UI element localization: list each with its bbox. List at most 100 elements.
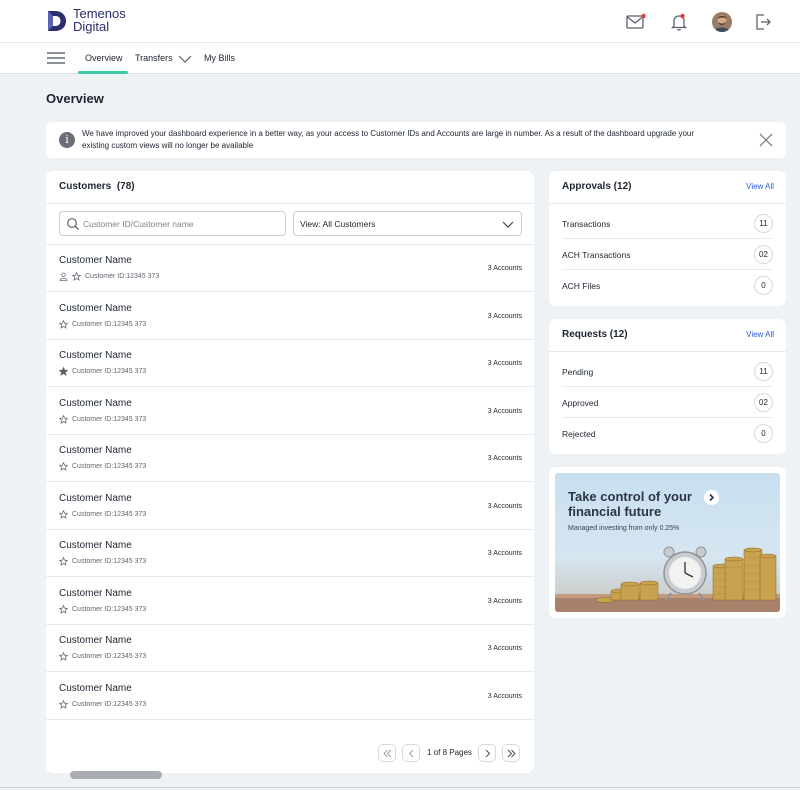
promo-banner[interactable]: Take control of your financial future Ma… bbox=[549, 467, 786, 618]
active-tab-indicator bbox=[78, 71, 128, 74]
approval-item-ach-transactions[interactable]: ACH Transactions 02 bbox=[562, 239, 773, 270]
divider bbox=[46, 203, 534, 204]
main-nav: Overview Transfers My Bills bbox=[0, 43, 800, 74]
customer-id: Customer ID:12345 373 bbox=[72, 320, 147, 328]
chevron-down-icon bbox=[502, 221, 514, 228]
customer-row[interactable]: Customer Name Customer ID:12345 373 3 Acco… bbox=[46, 673, 534, 720]
star-icon[interactable] bbox=[59, 462, 68, 471]
bell-icon[interactable] bbox=[668, 11, 690, 33]
logout-icon[interactable] bbox=[752, 11, 774, 33]
customer-row[interactable]: Customer Name Customer ID:12345 373 3 Acco… bbox=[46, 388, 534, 435]
last-page-button[interactable] bbox=[502, 744, 520, 762]
account-count: 3 Accounts bbox=[487, 265, 522, 272]
customer-row[interactable]: Customer Name Customer ID:12345 373 3 Acco… bbox=[46, 578, 534, 625]
count-badge: 02 bbox=[754, 245, 773, 264]
tab-overview[interactable]: Overview bbox=[85, 53, 123, 63]
star-icon[interactable] bbox=[59, 509, 68, 519]
info-banner: i We have improved your dashboard experi… bbox=[46, 122, 786, 158]
request-item-approved[interactable]: Approved 02 bbox=[562, 387, 773, 418]
tab-transfers[interactable]: Transfers bbox=[135, 53, 173, 63]
account-count: 3 Accounts bbox=[487, 407, 522, 415]
search-box[interactable] bbox=[59, 211, 286, 236]
person-icon bbox=[59, 272, 68, 281]
info-icon: i bbox=[59, 132, 75, 148]
account-count: 3 Accounts bbox=[487, 312, 522, 320]
mail-icon[interactable] bbox=[625, 11, 647, 33]
hamburger-menu-icon[interactable] bbox=[47, 52, 65, 64]
request-item-pending[interactable]: Pending 11 bbox=[562, 356, 773, 387]
item-label: Rejected bbox=[562, 429, 596, 439]
star-icon[interactable] bbox=[59, 604, 68, 614]
promo-image: Take control of your financial future Ma… bbox=[555, 473, 780, 612]
search-icon bbox=[67, 218, 79, 230]
account-count: 3 Accounts bbox=[487, 597, 522, 605]
approvals-title: Approvals (12) bbox=[562, 181, 632, 192]
customer-id: Customer ID:12345 373 bbox=[72, 463, 147, 470]
star-icon[interactable] bbox=[59, 699, 68, 709]
chevron-left-icon bbox=[408, 749, 414, 758]
chevron-down-icon[interactable] bbox=[178, 55, 192, 63]
customer-name: Customer Name bbox=[59, 492, 132, 504]
prev-page-button[interactable] bbox=[402, 744, 420, 762]
approval-item-transactions[interactable]: Transactions 11 bbox=[562, 208, 773, 239]
star-icon[interactable] bbox=[59, 652, 68, 661]
star-icon[interactable] bbox=[59, 414, 68, 424]
divider bbox=[549, 351, 786, 352]
next-page-button[interactable] bbox=[478, 744, 496, 762]
customer-row[interactable]: Customer Name Customer ID:12345 373 3 Acco… bbox=[46, 530, 534, 577]
star-icon[interactable] bbox=[59, 319, 68, 329]
divider bbox=[0, 787, 800, 788]
star-filled-icon[interactable] bbox=[59, 367, 68, 376]
page-indicator: 1 of 8 Pages bbox=[427, 748, 472, 757]
search-input[interactable] bbox=[83, 215, 278, 232]
customer-name: Customer Name bbox=[59, 350, 132, 361]
customer-row[interactable]: Customer Name Customer ID:12345 373 3 Acco… bbox=[46, 293, 534, 340]
tab-my-bills[interactable]: My Bills bbox=[204, 53, 235, 63]
item-label: ACH Files bbox=[562, 281, 601, 291]
count-badge: 0 bbox=[754, 424, 773, 443]
approval-item-ach-files[interactable]: ACH Files 0 bbox=[562, 270, 773, 301]
account-count: 3 Accounts bbox=[487, 550, 522, 557]
account-count: 3 Accounts bbox=[487, 502, 522, 510]
customers-count: (78) bbox=[116, 181, 135, 192]
view-select[interactable]: View: All Customers bbox=[293, 211, 522, 236]
customer-id: Customer ID:12345 373 bbox=[85, 273, 160, 280]
account-count: 3 Accounts bbox=[487, 692, 522, 700]
account-count: 3 Accounts bbox=[487, 360, 522, 367]
customers-panel: Customers (78) View: All Customers Custo… bbox=[46, 171, 534, 773]
customer-name: Customer Name bbox=[59, 397, 132, 409]
customer-id: Customer ID:12345 373 bbox=[72, 415, 147, 423]
approvals-view-all-link[interactable]: View All bbox=[746, 182, 774, 191]
count-badge: 0 bbox=[754, 276, 773, 295]
item-label: ACH Transactions bbox=[562, 250, 631, 260]
customers-title: Customers (78) bbox=[59, 181, 135, 192]
first-page-button[interactable] bbox=[378, 744, 396, 762]
arrow-right-icon[interactable] bbox=[704, 490, 719, 505]
customer-row[interactable]: Customer Name Customer ID:12345 373 3 Acco… bbox=[46, 340, 534, 387]
requests-view-all-link[interactable]: View All bbox=[746, 330, 774, 339]
avatar[interactable] bbox=[712, 12, 732, 32]
count-badge: 11 bbox=[754, 214, 773, 233]
customer-name: Customer Name bbox=[59, 682, 132, 694]
requests-title: Requests (12) bbox=[562, 329, 628, 340]
customer-row[interactable]: Customer Name Customer ID:12345 373 3 Acco… bbox=[46, 483, 534, 530]
request-item-rejected[interactable]: Rejected 0 bbox=[562, 418, 773, 449]
approvals-panel: Approvals (12) View All Transactions 11 … bbox=[549, 171, 786, 306]
customer-name: Customer Name bbox=[59, 445, 132, 456]
star-icon[interactable] bbox=[72, 272, 81, 281]
customer-row[interactable]: Customer Name Customer ID:12345 373 3 Acco… bbox=[46, 435, 534, 482]
customer-id: Customer ID:12345 373 bbox=[72, 368, 147, 375]
double-chevron-right-icon bbox=[507, 749, 516, 758]
star-icon[interactable] bbox=[59, 557, 68, 566]
customer-id: Customer ID:12345 373 bbox=[72, 605, 147, 613]
customer-row[interactable]: Customer Name Customer ID:12345 373 3 Acco… bbox=[46, 245, 534, 292]
horizontal-scrollbar[interactable] bbox=[70, 771, 162, 779]
customer-id: Customer ID:12345 373 bbox=[72, 653, 147, 660]
banner-message: We have improved your dashboard experien… bbox=[82, 129, 695, 150]
close-icon[interactable] bbox=[758, 132, 774, 148]
temenos-logo-icon[interactable] bbox=[46, 9, 67, 33]
customer-row[interactable]: Customer Name Customer ID:12345 373 3 Acco… bbox=[46, 625, 534, 672]
customer-name: Customer Name bbox=[59, 302, 132, 314]
brand-name: Temenos Digital bbox=[73, 6, 126, 34]
customer-id: Customer ID:12345 373 bbox=[72, 558, 147, 565]
